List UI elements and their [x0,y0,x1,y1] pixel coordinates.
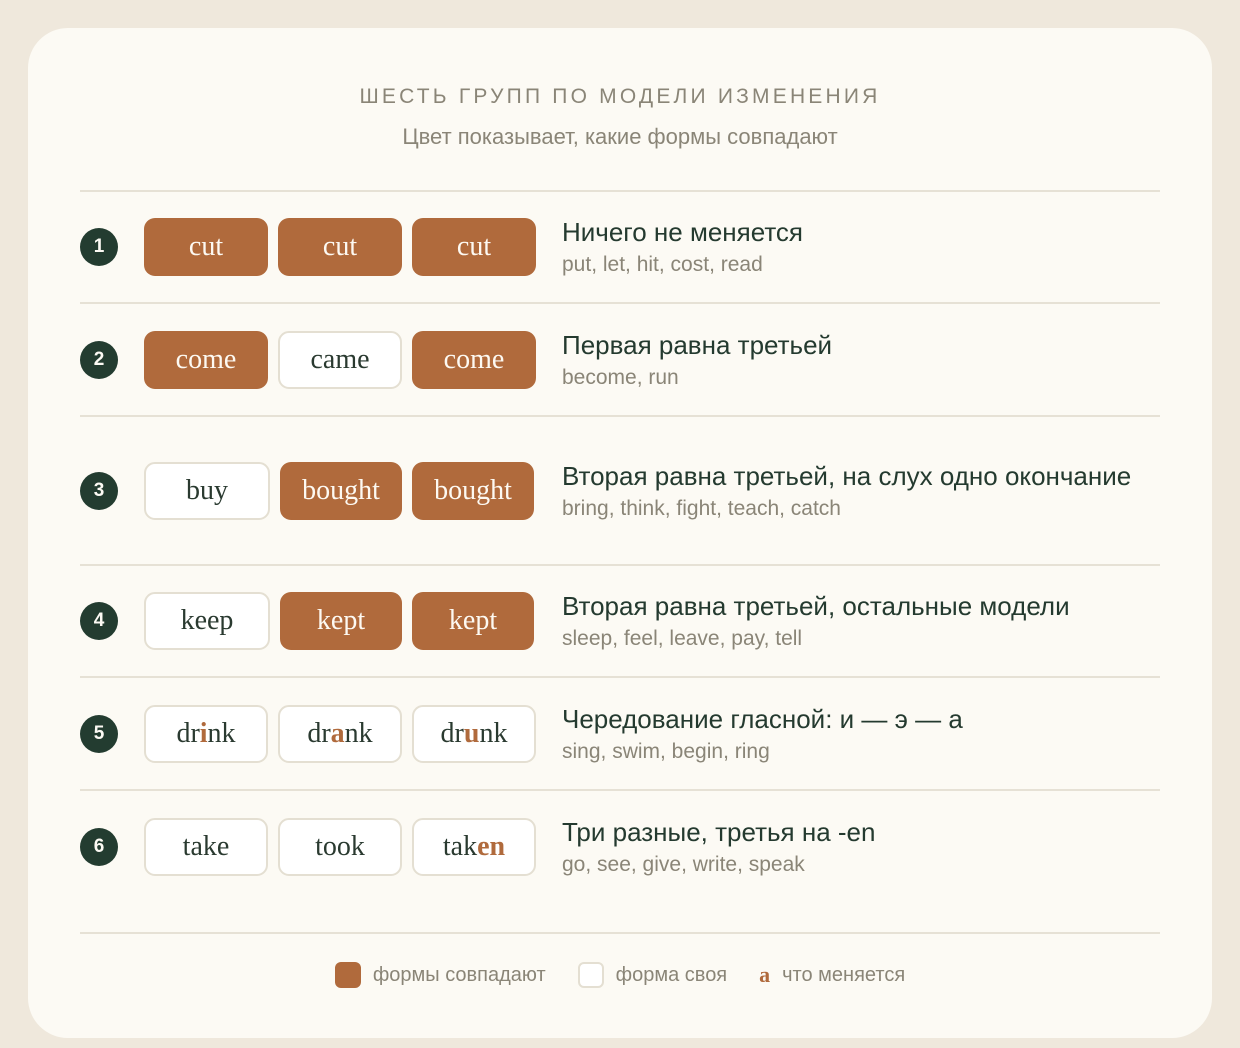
form-past: took [278,817,402,876]
form-base: come [144,330,268,389]
verb-forms: take took taken [144,817,536,876]
group-number-badge: 6 [80,827,118,866]
outline-swatch-icon [577,962,604,988]
form-base: keep [144,592,270,650]
form-past: kept [280,592,402,650]
group-examples: put, let, hit, cost, read [562,253,763,276]
form-base: cut [144,218,268,276]
form-participle: come [412,330,536,389]
form-base: take [144,817,268,876]
changed-letter: u [463,717,480,749]
group-examples: sleep, feel, leave, pay, tell [562,627,803,650]
group-number-badge: 3 [80,471,118,510]
group-title: Вторая равна третьей, на слух одно оконч… [562,460,1132,491]
group-examples: sing, swim, begin, ring [562,739,770,763]
group-row-3: 3 buy bought bought Вторая равна третьей… [80,417,1160,566]
group-row-5: 5 drink drank drunk Чередование гласной:… [80,678,1160,791]
group-description: Три разные, третья на -en go, see, give,… [562,814,1160,880]
changed-letter: en [477,830,506,862]
form-past: came [278,330,402,389]
group-examples: become, run [562,365,679,389]
verb-forms: buy bought bought [144,461,534,520]
group-description: Вторая равна третьей, остальные модели s… [562,588,1160,654]
changed-letter-sample: a [759,962,771,987]
form-base: buy [144,461,270,520]
group-examples: bring, think, fight, teach, catch [562,496,841,520]
verb-forms: keep kept kept [144,592,534,650]
legend-item-same: формы совпадают [334,962,546,988]
page-title: ШЕСТЬ ГРУПП ПО МОДЕЛИ ИЗМЕНЕНИЯ [359,85,881,108]
changed-letter: a [330,717,345,749]
verb-forms: come came come [144,330,536,389]
form-participle: bought [412,461,534,520]
group-description: Первая равна третьей become, run [562,327,1160,393]
form-past: bought [280,461,402,520]
legend: формы совпадают форма своя a что меняетс… [28,962,1212,988]
form-participle: taken [412,817,536,876]
form-participle: kept [412,592,534,650]
form-past: cut [278,218,402,276]
group-number-badge: 2 [80,340,118,379]
group-title: Первая равна третьей [562,329,833,360]
filled-swatch-icon [334,962,361,988]
group-title: Три разные, третья на -en [562,816,876,847]
page-subtitle: Цвет показывает, какие формы совпадают [402,124,838,149]
group-description: Вторая равна третьей, на слух одно оконч… [562,458,1160,524]
group-row-4: 4 keep kept kept Вторая равна третьей, о… [80,566,1160,678]
legend-item-own: форма своя [577,962,728,988]
verb-forms: cut cut cut [144,218,536,276]
group-number-badge: 4 [80,602,118,640]
form-participle: drunk [412,704,536,763]
group-row-2: 2 come came come Первая равна третьей be… [80,304,1160,417]
group-row-1: 1 cut cut cut Ничего не меняется put, le… [80,192,1160,304]
legend-label: что меняется [782,963,906,986]
group-row-6: 6 take took taken Три разные, третья на … [80,791,1160,902]
changed-letter: i [199,717,208,749]
group-examples: go, see, give, write, speak [562,852,805,876]
group-list: 1 cut cut cut Ничего не меняется put, le… [80,190,1160,902]
group-title: Чередование гласной: и — э — а [562,703,963,734]
group-title: Вторая равна третьей, остальные модели [562,591,1070,621]
legend-item-change: a что меняется [759,962,905,988]
group-title: Ничего не меняется [562,217,804,247]
form-base: drink [144,704,268,763]
group-number-badge: 1 [80,228,118,266]
form-participle: cut [412,218,536,276]
group-description: Чередование гласной: и — э — а sing, swi… [562,701,1160,767]
group-description: Ничего не меняется put, let, hit, cost, … [562,214,1160,280]
legend-label: форма своя [615,963,728,986]
legend-label: формы совпадают [372,963,546,986]
legend-divider [80,932,1160,934]
form-past: drank [278,704,402,763]
verb-forms: drink drank drunk [144,704,536,763]
card: ШЕСТЬ ГРУПП ПО МОДЕЛИ ИЗМЕНЕНИЯ Цвет пок… [28,28,1212,1038]
header: ШЕСТЬ ГРУПП ПО МОДЕЛИ ИЗМЕНЕНИЯ Цвет пок… [28,84,1212,150]
group-number-badge: 5 [80,714,118,753]
